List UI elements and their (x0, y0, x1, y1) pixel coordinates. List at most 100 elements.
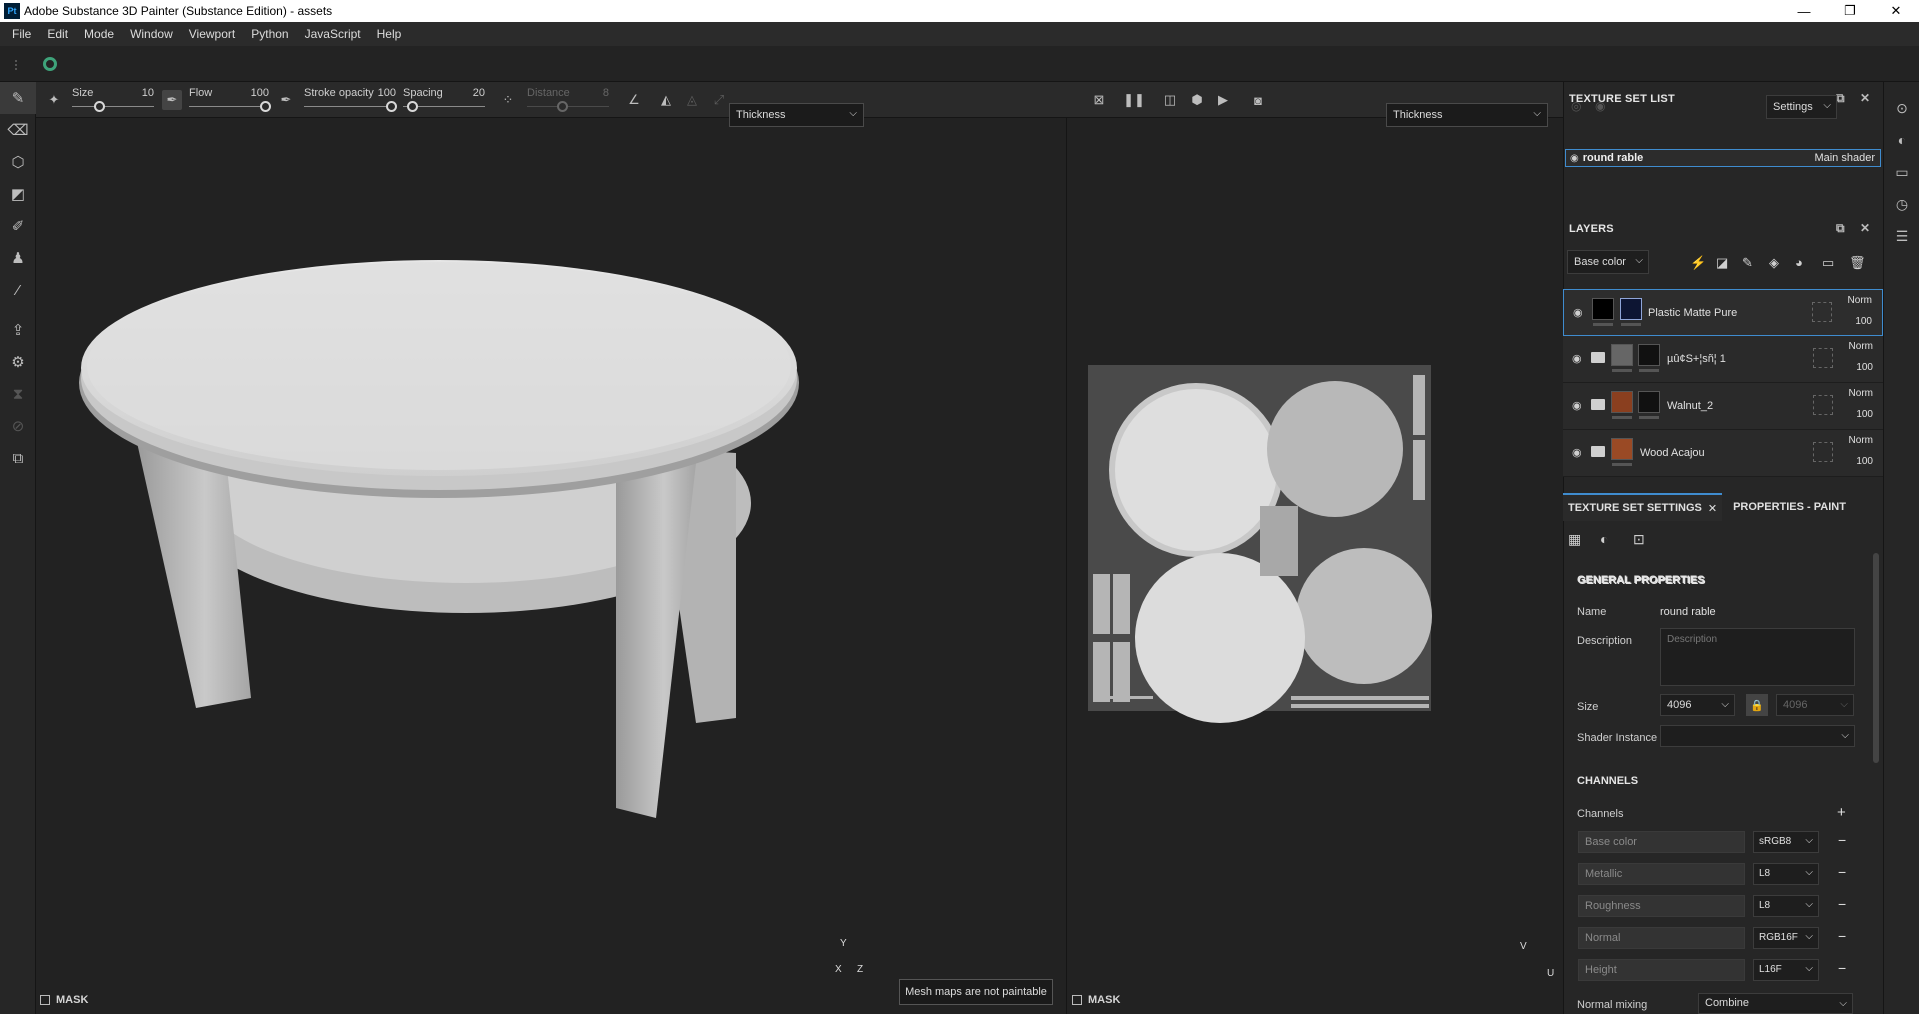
connection-status-icon[interactable] (43, 57, 57, 71)
add-effect-icon[interactable]: ⚡ (1690, 255, 1706, 271)
viewport-3d[interactable]: Thickness ⌵ MASK Y X Z (36, 103, 1066, 1014)
close-panel-icon[interactable]: ✕ (1860, 91, 1870, 105)
timer-icon[interactable]: ⧗ (0, 378, 36, 410)
shader-settings-icon[interactable]: ◐ (1600, 531, 1608, 547)
size-slider[interactable]: Size 10 (72, 84, 154, 116)
mask-checkbox[interactable] (40, 995, 50, 1005)
add-paint-layer-icon[interactable]: ✎ (1742, 255, 1753, 271)
pen-pressure-icon[interactable]: ✒ (162, 90, 182, 110)
properties-scrollbar[interactable] (1873, 553, 1879, 763)
blend-mode-select[interactable]: Norm (1849, 388, 1873, 399)
opacity-value[interactable]: 100 (1855, 316, 1872, 327)
opacity-value[interactable]: 100 (1856, 456, 1873, 467)
viewport-2d-mask-toggle[interactable]: MASK (1072, 994, 1120, 1006)
eye-icon[interactable]: ◉ (1572, 352, 1582, 365)
viewport-2d-channel-select[interactable]: Thickness ⌵ (1386, 103, 1548, 127)
symmetry-icon[interactable]: ◭ (656, 90, 676, 110)
menu-window[interactable]: Window (122, 27, 181, 41)
eye-icon[interactable]: ◉ (1570, 153, 1579, 164)
lazy-mouse-icon[interactable]: ⁘ (498, 90, 518, 110)
split-view-icon[interactable]: ◫ (1160, 90, 1180, 110)
brush-preset-icon[interactable]: ✦ (44, 90, 64, 110)
remove-channel-icon[interactable]: − (1838, 928, 1846, 944)
distance-slider-knob[interactable] (557, 101, 568, 112)
close-tab-icon[interactable]: ✕ (1708, 502, 1717, 515)
mask-checkbox[interactable] (1072, 995, 1082, 1005)
polygon-fill-tool-icon[interactable]: ◩ (0, 178, 36, 210)
symmetry-settings-icon[interactable]: ◬ (682, 90, 702, 110)
menu-javascript[interactable]: JavaScript (297, 27, 369, 41)
visibility-all-icon[interactable]: ◎ (1571, 99, 1581, 113)
menu-file[interactable]: File (4, 27, 39, 41)
assets-dock-icon[interactable]: ▭ (1884, 156, 1919, 188)
menu-python[interactable]: Python (243, 27, 296, 41)
pause-render-icon[interactable]: ❚❚ (1123, 90, 1145, 110)
texture-set-settings-select[interactable]: Settings ⌵ (1766, 95, 1837, 119)
close-window-button[interactable]: ✕ (1873, 0, 1919, 22)
maximize-panel-icon[interactable]: ⧉ (1836, 91, 1845, 106)
display-mode-icon[interactable]: ⬢ (1187, 90, 1207, 110)
camera-icon[interactable]: ▶ (1213, 90, 1233, 110)
history-dock-icon[interactable]: ◷ (1884, 188, 1919, 220)
texture-set-item[interactable]: ◉ round rable Main shader (1565, 149, 1881, 167)
add-smart-material-icon[interactable]: ◕ (1795, 255, 1803, 270)
tab-properties-paint[interactable]: PROPERTIES - PAINT (1728, 493, 1851, 521)
eraser-tool-icon[interactable]: ⌫ (0, 114, 36, 146)
stroke-angle-icon[interactable]: ∠ (624, 90, 644, 110)
shader-settings-dock-icon[interactable]: ◐ (1884, 124, 1919, 156)
channel-format-select[interactable]: L16F ⌵ (1753, 959, 1819, 981)
texture-set-settings-icon[interactable]: ▦ (1568, 531, 1581, 548)
remove-channel-icon[interactable]: − (1838, 896, 1846, 912)
blend-mode-select[interactable]: Norm (1849, 435, 1873, 446)
add-channel-icon[interactable]: + (1837, 804, 1846, 821)
remove-channel-icon[interactable]: − (1838, 960, 1846, 976)
toolbar-grip[interactable] (15, 60, 17, 70)
solo-icon[interactable]: ◉ (1595, 99, 1605, 113)
size-select[interactable]: 4096 ⌵ (1660, 694, 1735, 716)
menu-help[interactable]: Help (369, 27, 410, 41)
display-settings-dock-icon[interactable]: ⊙ (1884, 92, 1919, 124)
add-mask-icon[interactable]: ◪ (1716, 255, 1728, 271)
hide-overlay-icon[interactable]: ⊠ (1089, 90, 1109, 110)
eye-icon[interactable]: ◉ (1572, 399, 1582, 412)
layer-row[interactable]: ◉ µû¢S+¦sñ¦ 1 Norm 100 (1563, 336, 1883, 383)
paint-brush-tool-icon[interactable]: ✎ (0, 82, 36, 114)
flow-slider[interactable]: Flow 100 (189, 84, 271, 116)
texture-set-name[interactable]: round rable (1660, 606, 1716, 618)
add-fill-layer-icon[interactable]: ◈ (1769, 255, 1779, 271)
channel-format-select[interactable]: RGB16F ⌵ (1753, 927, 1819, 949)
clone-tool-icon[interactable]: ♟ (0, 242, 36, 274)
geometry-mask-icon[interactable]: ⊘ (0, 410, 36, 442)
tab-texture-set-settings[interactable]: TEXTURE SET SETTINGS ✕ (1563, 493, 1723, 521)
display-settings-icon[interactable]: ⊡ (1633, 531, 1645, 548)
color-picker-tool-icon[interactable]: ⁄ (0, 274, 36, 306)
opacity-value[interactable]: 100 (1856, 409, 1873, 420)
eye-icon[interactable]: ◉ (1572, 446, 1582, 459)
projection-tool-icon[interactable]: ⬡ (0, 146, 36, 178)
spacing-slider[interactable]: Spacing 20 (403, 84, 485, 116)
spacing-slider-knob[interactable] (407, 101, 418, 112)
delete-layer-icon[interactable]: 🗑 (1849, 255, 1866, 271)
menu-viewport[interactable]: Viewport (181, 27, 243, 41)
eye-icon[interactable]: ◉ (1573, 306, 1583, 319)
menu-mode[interactable]: Mode (76, 27, 122, 41)
channel-format-select[interactable]: L8 ⌵ (1753, 863, 1819, 885)
remove-channel-icon[interactable]: − (1838, 832, 1846, 848)
blend-mode-select[interactable]: Norm (1848, 295, 1872, 306)
screenshot-camera-icon[interactable]: ◙ (1248, 90, 1268, 110)
flow-slider-knob[interactable] (260, 101, 271, 112)
menu-edit[interactable]: Edit (39, 27, 76, 41)
viewport-2d[interactable]: Thickness ⌵ MASK V U (1066, 103, 1563, 1014)
opacity-value[interactable]: 100 (1856, 362, 1873, 373)
settings-tool-icon[interactable]: ⚙ (0, 346, 36, 378)
screenshot-icon[interactable]: ⧉ (0, 442, 36, 474)
layers-channel-select[interactable]: Base color ⌵ (1567, 250, 1649, 274)
size-slider-knob[interactable] (94, 101, 105, 112)
viewport-3d-mask-toggle[interactable]: MASK (40, 994, 88, 1006)
close-panel-icon[interactable]: ✕ (1860, 221, 1870, 235)
stroke-opacity-slider[interactable]: Stroke opacity 100 (304, 84, 397, 116)
restore-button[interactable]: ❐ (1827, 0, 1873, 22)
transform-gizmo-icon[interactable]: ⤢ (709, 90, 729, 110)
log-dock-icon[interactable]: ☰ (1884, 220, 1919, 252)
channel-format-select[interactable]: sRGB8 ⌵ (1753, 831, 1819, 853)
